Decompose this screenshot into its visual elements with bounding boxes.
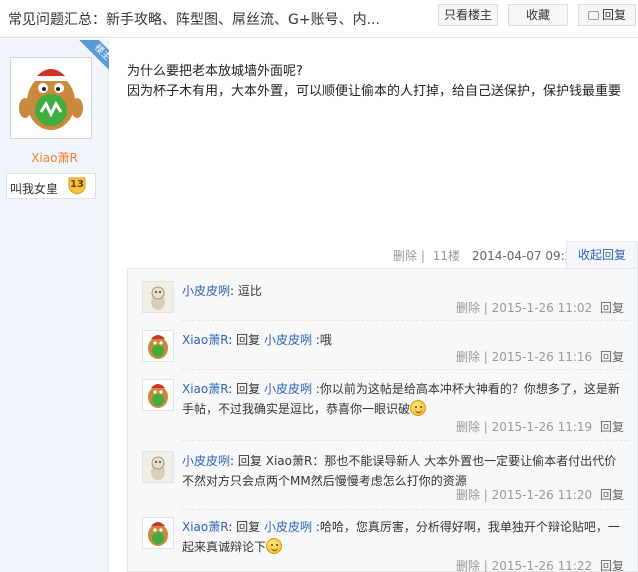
comment-meta: 删除 | 2015-1-26 11:02 回复 xyxy=(456,299,624,316)
author-avatar[interactable] xyxy=(10,57,92,139)
comment-reply-link[interactable]: 回复 xyxy=(600,350,624,364)
meta-separator: | xyxy=(483,420,488,434)
comment-time: 2015-1-26 11:22 xyxy=(491,559,593,572)
reply-button[interactable]: 回复 xyxy=(578,4,636,26)
comment-text: Xiao萧R: 回复 小皮皮咧 :哦 xyxy=(182,333,332,347)
reply-to-user[interactable]: 小皮皮咧 xyxy=(264,520,312,534)
level-title: 叫我女皇 xyxy=(10,182,59,196)
comment-user[interactable]: Xiao萧R xyxy=(182,382,228,396)
comment-text: 小皮皮咧: 回复 Xiao萧R：那也不能误导新人 大本外置也一定要让偷本者付出代… xyxy=(182,454,617,488)
cat-avatar-icon xyxy=(143,282,173,312)
cat-avatar-icon xyxy=(143,452,173,482)
author-name[interactable]: Xiao萧R xyxy=(0,149,109,166)
comment-delete-link[interactable]: 删除 xyxy=(456,559,480,572)
comment-text: Xiao萧R: 回复 小皮皮咧 :你以前为这帖是给高本冲杯大神看的？你想多了，这… xyxy=(182,382,620,416)
comment-delete-link[interactable]: 删除 xyxy=(456,420,480,434)
post-time: 2014-04-07 09:24 xyxy=(471,249,580,263)
comment-divider xyxy=(182,369,628,370)
comment-text: Xiao萧R: 回复 小皮皮咧 :哈哈，您真厉害，分析得好啊，我单独开个辩论贴吧… xyxy=(182,520,620,554)
favorite-button[interactable]: 收藏 xyxy=(508,4,568,26)
meta-separator: | xyxy=(483,559,488,572)
reply-word: 回复 xyxy=(236,333,261,347)
comment-meta: 删除 | 2015-1-26 11:16 回复 xyxy=(456,348,624,365)
comment-reply-link[interactable]: 回复 xyxy=(600,301,624,315)
comment-divider xyxy=(182,320,628,321)
meta-separator: | xyxy=(483,350,488,364)
meta-separator: | xyxy=(483,301,488,315)
bird-avatar-icon xyxy=(143,518,173,548)
comment-time: 2015-1-26 11:16 xyxy=(491,350,593,364)
collapse-replies-button[interactable]: 收起回复 xyxy=(566,241,638,269)
comment-avatar[interactable] xyxy=(142,330,174,362)
comment-divider xyxy=(182,440,628,441)
reply-button-label: 回复 xyxy=(601,8,626,22)
meta-separator: | xyxy=(483,488,488,502)
comment-avatar[interactable] xyxy=(142,517,174,549)
bird-avatar-icon xyxy=(143,331,173,361)
comment-list: 小皮皮咧: 逗比 删除 | 2015-1-26 11:02 回复 Xiao萧R:… xyxy=(127,268,638,572)
comment-user[interactable]: 小皮皮咧 xyxy=(182,454,230,468)
comment-user[interactable]: Xiao萧R xyxy=(182,520,228,534)
comment-meta: 删除 | 2015-1-26 11:19 回复 xyxy=(456,418,624,435)
comment-delete-link[interactable]: 删除 xyxy=(456,301,480,315)
reply-word: 回复 xyxy=(236,382,261,396)
comment-avatar[interactable] xyxy=(142,379,174,411)
reply-word: 回复 xyxy=(236,520,261,534)
comment-body: 逗比 xyxy=(237,284,262,298)
reply-to-user[interactable]: Xiao萧R xyxy=(266,454,313,468)
post-meta: 删除 | 11楼 2014-04-07 09:24 xyxy=(393,247,580,264)
comment-user[interactable]: 小皮皮咧 xyxy=(182,284,230,298)
comment-user[interactable]: Xiao萧R xyxy=(182,333,228,347)
level-number: 13 xyxy=(70,179,84,190)
comment-divider xyxy=(182,509,628,510)
post-line: 因为杯子木有用，大本外置，可以顺便让偷本的人打掉，给自己送保护，保护钱最重要 xyxy=(127,84,622,99)
reply-word: 回复 xyxy=(237,454,262,468)
reply-to-user[interactable]: 小皮皮咧 xyxy=(264,333,312,347)
comment-reply-link[interactable]: 回复 xyxy=(600,488,624,502)
post-line: 为什么要把老本放城墙外面呢? xyxy=(127,64,303,79)
post-delete-link[interactable]: 删除 xyxy=(393,249,417,263)
comment-avatar[interactable] xyxy=(142,281,174,313)
comment-delete-link[interactable]: 删除 xyxy=(456,488,480,502)
comment-body: 哦 xyxy=(319,333,332,347)
bird-avatar-icon xyxy=(143,380,173,410)
smile-emoji-icon xyxy=(266,538,283,554)
comment-delete-link[interactable]: 删除 xyxy=(456,350,480,364)
smile-emoji-icon xyxy=(410,400,427,416)
comment-time: 2015-1-26 11:20 xyxy=(491,488,593,502)
post-content: 为什么要把老本放城墙外面呢? 因为杯子木有用，大本外置，可以顺便让偷本的人打掉，… xyxy=(127,62,627,102)
floor-number: 11楼 xyxy=(432,249,460,263)
thread-header: 常见问题汇总：新手攻略、阵型图、屌丝流、G+账号、内... 只看楼主 收藏 回复 xyxy=(0,0,638,38)
comment-avatar[interactable] xyxy=(142,451,174,483)
meta-separator: | xyxy=(420,249,425,263)
level-badge[interactable]: 叫我女皇 13 xyxy=(6,173,96,199)
comment-reply-link[interactable]: 回复 xyxy=(600,420,624,434)
comment-reply-link[interactable]: 回复 xyxy=(600,559,624,572)
reply-to-user[interactable]: 小皮皮咧 xyxy=(264,382,312,396)
comment-icon xyxy=(587,11,599,20)
bird-avatar-icon xyxy=(13,60,89,136)
comment-time: 2015-1-26 11:19 xyxy=(491,420,593,434)
comment-meta: 删除 | 2015-1-26 11:22 回复 xyxy=(456,557,624,572)
comment-meta: 删除 | 2015-1-26 11:20 回复 xyxy=(456,486,624,503)
comment-time: 2015-1-26 11:02 xyxy=(491,301,593,315)
only-author-button[interactable]: 只看楼主 xyxy=(438,4,498,26)
thread-title[interactable]: 常见问题汇总：新手攻略、阵型图、屌丝流、G+账号、内... xyxy=(8,9,388,29)
comment-text: 小皮皮咧: 逗比 xyxy=(182,284,262,298)
